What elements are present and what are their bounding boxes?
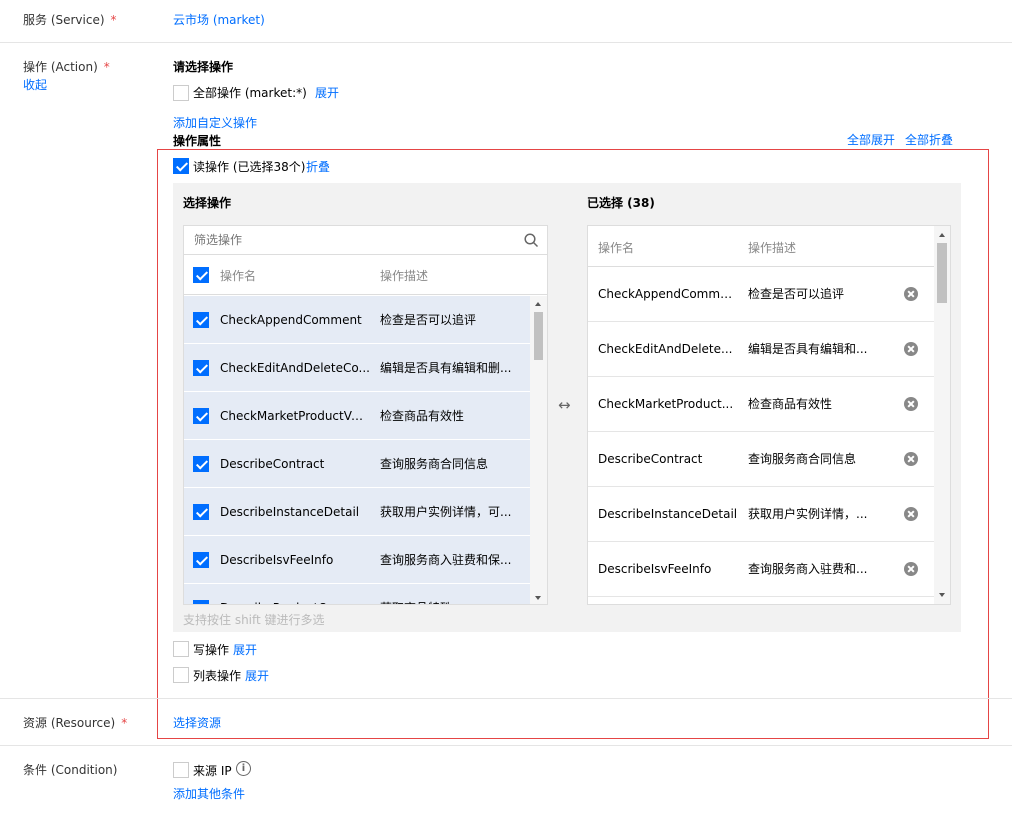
list-item: CheckEditAndDelete... 编辑是否具有编辑和...: [588, 322, 934, 377]
select-list-header: 操作名 操作描述: [184, 256, 547, 295]
scroll-thumb[interactable]: [534, 312, 543, 360]
source-ip-label: 来源 IP: [193, 764, 232, 778]
col-op-desc: 操作描述: [748, 241, 797, 255]
info-icon[interactable]: i: [236, 761, 251, 776]
remove-icon[interactable]: [904, 397, 918, 411]
col-op-desc: 操作描述: [380, 269, 429, 283]
selected-panel-title: 已选择 (38): [587, 196, 655, 210]
list-item[interactable]: DescribeProductOpera... 获取商品特殊...: [184, 584, 530, 604]
row-checkbox[interactable]: [193, 312, 209, 328]
select-resource-link[interactable]: 选择资源: [173, 714, 221, 731]
list-item[interactable]: DescribeIsvFeeInfo 查询服务商入驻费和保...: [184, 536, 530, 584]
write-ops-label: 写操作: [193, 643, 230, 657]
remove-icon[interactable]: [904, 287, 918, 301]
selected-list-header: 操作名 操作描述: [588, 226, 934, 267]
selected-list: 操作名 操作描述 CheckAppendComment 检查是否可以追评 Che…: [587, 225, 951, 605]
action-props-title: 操作属性: [173, 134, 222, 148]
scroll-down-icon[interactable]: [535, 596, 541, 600]
shift-hint: 支持按住 shift 键进行多选: [183, 613, 325, 627]
list-item[interactable]: CheckAppendComment 检查是否可以追评: [184, 296, 530, 344]
service-value-link[interactable]: 云市场 (market): [173, 11, 265, 28]
write-ops-expand-link[interactable]: 展开: [233, 641, 257, 658]
list-ops-expand-link[interactable]: 展开: [245, 667, 269, 684]
col-op-name: 操作名: [598, 241, 635, 255]
select-all-checkbox[interactable]: [193, 267, 209, 283]
resource-label: 资源 (Resource) *: [23, 716, 128, 730]
scroll-up-icon[interactable]: [939, 233, 945, 237]
read-ops-toggle-link[interactable]: 折叠: [306, 158, 330, 175]
read-ops-checkbox[interactable]: [173, 158, 189, 174]
filter-input[interactable]: [184, 226, 547, 255]
select-list: 操作名 操作描述 CheckAppendComment 检查是否可以追评 Che…: [183, 225, 548, 605]
action-label: 操作 (Action) *: [23, 60, 110, 74]
remove-icon[interactable]: [904, 562, 918, 576]
list-ops-label: 列表操作: [193, 669, 242, 683]
all-ops-expand-link[interactable]: 展开: [315, 84, 339, 101]
search-icon[interactable]: [524, 233, 539, 248]
collapse-all-link[interactable]: 全部折叠: [905, 131, 953, 148]
list-item[interactable]: CheckMarketProductValid 检查商品有效性: [184, 392, 530, 440]
list-item[interactable]: CheckEditAndDeleteCo... 编辑是否具有编辑和删...: [184, 344, 530, 392]
scroll-up-icon[interactable]: [535, 302, 541, 306]
divider: [0, 745, 1012, 746]
selected-list-scrollbar[interactable]: [934, 226, 950, 604]
selected-list-body: CheckAppendComment 检查是否可以追评 CheckEditAnd…: [588, 267, 934, 604]
list-item[interactable]: DescribeInstanceDetail 获取用户实例详情，可...: [184, 488, 530, 536]
list-item: DescribeIsvFeeInfo 查询服务商入驻费和...: [588, 542, 934, 597]
select-list-scrollbar[interactable]: [530, 296, 547, 604]
row-checkbox[interactable]: [193, 360, 209, 376]
list-item: CheckMarketProduct... 检查商品有效性: [588, 377, 934, 432]
add-other-condition-link[interactable]: 添加其他条件: [173, 785, 245, 802]
expand-all-link[interactable]: 全部展开: [847, 131, 895, 148]
row-checkbox[interactable]: [193, 552, 209, 568]
condition-label: 条件 (Condition): [23, 763, 118, 777]
required-marker: *: [103, 60, 110, 74]
divider: [0, 698, 1012, 699]
row-checkbox[interactable]: [193, 504, 209, 520]
list-item: DescribeContract 查询服务商合同信息: [588, 432, 934, 487]
all-ops-label: 全部操作 (market:*): [193, 86, 307, 100]
remove-icon[interactable]: [904, 507, 918, 521]
row-checkbox[interactable]: [193, 456, 209, 472]
transfer-arrows-icon: ↔: [558, 396, 571, 414]
service-label: 服务 (Service) *: [23, 13, 117, 27]
list-item[interactable]: DescribeContract 查询服务商合同信息: [184, 440, 530, 488]
divider: [0, 42, 1012, 43]
write-ops-checkbox[interactable]: [173, 641, 189, 657]
row-checkbox[interactable]: [193, 408, 209, 424]
list-item: DescribeInstanceDetail 获取用户实例详情，...: [588, 487, 934, 542]
scroll-down-icon[interactable]: [939, 593, 945, 597]
scroll-thumb[interactable]: [937, 243, 947, 303]
select-panel-title: 选择操作: [183, 196, 232, 210]
source-ip-checkbox[interactable]: [173, 762, 189, 778]
list-ops-checkbox[interactable]: [173, 667, 189, 683]
add-custom-action-link[interactable]: 添加自定义操作: [173, 114, 257, 131]
required-marker: *: [110, 13, 117, 27]
remove-icon[interactable]: [904, 342, 918, 356]
row-checkbox[interactable]: [193, 600, 209, 604]
choose-action-title: 请选择操作: [173, 60, 234, 74]
remove-icon[interactable]: [904, 452, 918, 466]
list-item: CheckAppendComment 检查是否可以追评: [588, 267, 934, 322]
required-marker: *: [121, 716, 128, 730]
all-ops-checkbox[interactable]: [173, 85, 189, 101]
action-collapse-link[interactable]: 收起: [23, 76, 47, 93]
col-op-name: 操作名: [220, 269, 257, 283]
read-ops-label: 读操作 (已选择38个): [193, 160, 306, 174]
select-list-body: CheckAppendComment 检查是否可以追评 CheckEditAnd…: [184, 296, 530, 604]
